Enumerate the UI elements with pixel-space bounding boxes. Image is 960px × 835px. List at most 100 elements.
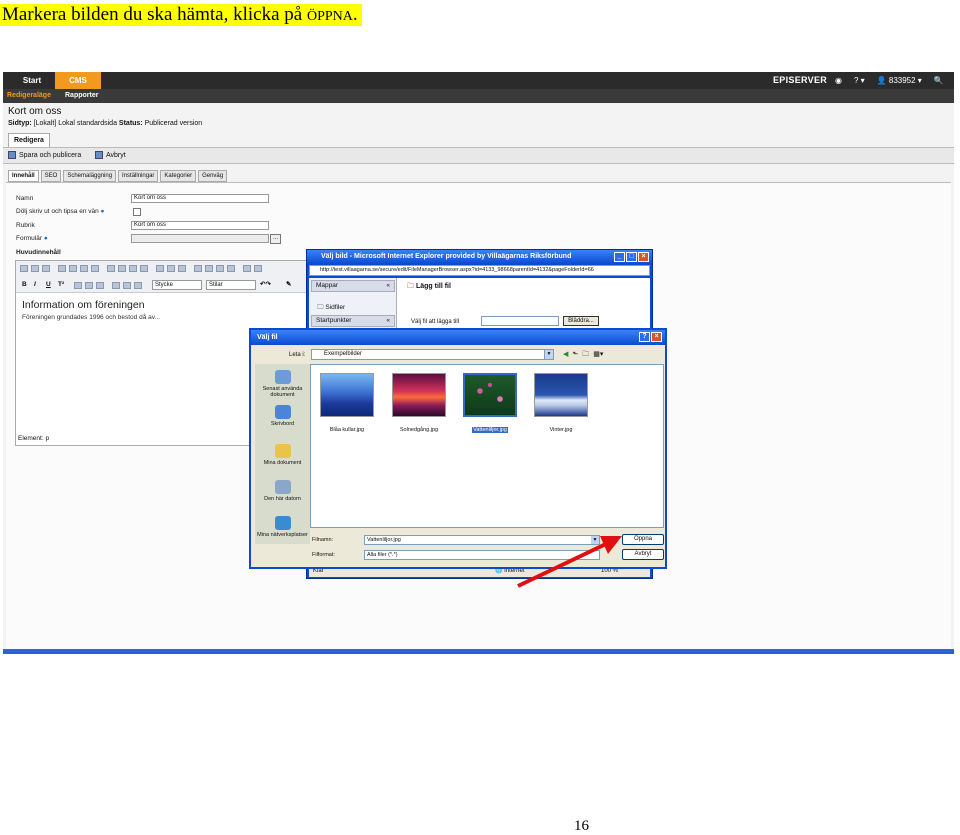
file-thumb-water-lilies[interactable]: Vattenliljor.jpg [462, 373, 518, 433]
cms-topbar: Start CMS EPISERVER ◉ ? ▾ 👤 833952 ▾ 🔍 [3, 72, 954, 89]
format-select[interactable]: Stilar [206, 280, 256, 290]
tab-installningar[interactable]: Inställningar [118, 170, 159, 182]
collapse-icon[interactable]: « [386, 281, 390, 291]
content-tabs: Innehåll SEO Schemaläggning Inställninga… [8, 170, 228, 182]
close-icon[interactable]: × [638, 252, 649, 262]
place-network[interactable]: Mina nätverksplatser [255, 516, 310, 538]
eye-icon[interactable]: ◉ [835, 76, 842, 85]
collapse-icon[interactable]: « [386, 316, 390, 326]
topbar-icons: ◉ ? ▾ 👤 833952 ▾ 🔍 [835, 72, 944, 89]
cancel-icon [95, 151, 103, 159]
toolbar-icon[interactable] [58, 265, 66, 272]
place-my-documents[interactable]: Mina dokument [255, 444, 310, 466]
save-icon [8, 151, 16, 159]
namn-input[interactable]: Kort om oss [131, 194, 269, 203]
toolbar-icon[interactable] [243, 265, 251, 272]
save-publish-button[interactable]: Spara och publicera [8, 151, 81, 159]
toolbar-icon[interactable] [227, 265, 235, 272]
underline-button[interactable]: U [46, 281, 51, 288]
toolbar-icon[interactable] [254, 265, 262, 272]
toolbar-icon[interactable] [42, 265, 50, 272]
user-menu[interactable]: 👤 833952 ▾ [877, 76, 922, 85]
file-image [392, 373, 446, 417]
maximize-icon[interactable]: □ [626, 252, 637, 262]
sidfiler-item[interactable]: 🗀 Sidfiler [317, 303, 345, 314]
mappar-bar[interactable]: Mappar « [311, 280, 395, 292]
back-icon[interactable]: ◀ [563, 350, 568, 361]
tab-reports[interactable]: Rapporter [65, 89, 98, 103]
place-recent[interactable]: Senast använda dokument [255, 370, 310, 398]
tab-start[interactable]: Start [9, 72, 55, 89]
tab-schemalaggning[interactable]: Schemaläggning [63, 170, 117, 182]
recent-docs-icon [274, 370, 291, 384]
formular-browse-button[interactable]: ... [270, 234, 281, 244]
toolbar-icon[interactable] [31, 265, 39, 272]
tab-genvag[interactable]: Genväg [198, 170, 228, 182]
rule-icon[interactable] [134, 282, 142, 289]
up-folder-icon[interactable]: ⬑ [572, 350, 578, 361]
close-icon[interactable]: × [651, 332, 662, 342]
file-name: Vattenliljor.jpg [472, 427, 508, 433]
chevron-down-icon[interactable]: ▼ [544, 350, 553, 359]
file-name: Vinter.jpg [549, 427, 573, 433]
cancel-button[interactable]: Avbryt [95, 151, 126, 159]
view-menu-icon[interactable]: ▦▾ [593, 350, 603, 361]
help-icon[interactable]: ? [639, 332, 650, 342]
toolbar-icon[interactable] [129, 265, 137, 272]
tab-kategorier[interactable]: Kategorier [160, 170, 197, 182]
new-folder-icon[interactable]: 🗀 [582, 350, 589, 361]
tab-innehall[interactable]: Innehåll [8, 170, 39, 182]
help-icon[interactable]: ? ▾ [854, 76, 865, 85]
file-thumb-sunset[interactable]: Solnedgång.jpg [391, 373, 447, 433]
network-places-icon [274, 516, 291, 530]
align-right-icon[interactable] [96, 282, 104, 289]
align-left-icon[interactable] [74, 282, 82, 289]
ie-window-controls: _ □ × [614, 252, 649, 262]
page-number: 16 [574, 818, 589, 834]
toolbar-icon[interactable] [140, 265, 148, 272]
bullet-list-icon[interactable] [112, 282, 120, 289]
startpunkter-bar[interactable]: Startpunkter « [311, 315, 395, 327]
toolbar-icon[interactable] [118, 265, 126, 272]
toolbar-icon[interactable] [156, 265, 164, 272]
place-desktop[interactable]: Skrivbord [255, 405, 310, 427]
file-image [463, 373, 517, 417]
file-thumb-blue-hills[interactable]: Blåa kullar.jpg [319, 373, 375, 433]
italic-button[interactable]: I [34, 281, 36, 288]
info-icon: ● [100, 208, 105, 215]
folder-icon: 🗀 [317, 304, 324, 311]
toolbar-icon[interactable] [91, 265, 99, 272]
toolbar-icon[interactable] [80, 265, 88, 272]
toolbar-icon[interactable] [167, 265, 175, 272]
toolbar-icon[interactable] [194, 265, 202, 272]
toolbar-icon[interactable] [69, 265, 77, 272]
look-in-select[interactable]: Exempelbilder ▼ [311, 349, 554, 360]
file-thumb-winter[interactable]: Vinter.jpg [533, 373, 589, 433]
tab-redigera[interactable]: Redigera [8, 133, 50, 147]
align-center-icon[interactable] [85, 282, 93, 289]
rubrik-input[interactable]: Kort om oss [131, 221, 269, 230]
toolbar-icon[interactable] [205, 265, 213, 272]
browse-button[interactable]: Bläddra... [563, 316, 599, 326]
tab-edit-mode[interactable]: Redigeraläge [7, 89, 51, 103]
formular-input[interactable] [131, 234, 269, 243]
editor-toolbar: B I U T² Stycke Stilar ↶↷ ✎ [16, 261, 316, 293]
number-list-icon[interactable] [123, 282, 131, 289]
tab-cms[interactable]: CMS [55, 72, 101, 89]
superscript-button[interactable]: T² [58, 281, 64, 288]
undo-icon[interactable]: ↶↷ [260, 280, 271, 288]
toolbar-icon[interactable] [20, 265, 28, 272]
minimize-icon[interactable]: _ [614, 252, 625, 262]
choose-file-input[interactable] [481, 316, 559, 326]
bold-button[interactable]: B [22, 281, 27, 288]
toolbar-icon[interactable] [107, 265, 115, 272]
ie-address-bar[interactable]: http://test.villaagarna.se/secure/edit/F… [309, 265, 650, 276]
toolbar-icon[interactable] [178, 265, 186, 272]
style-select[interactable]: Stycke [152, 280, 202, 290]
toolbar-icon[interactable] [216, 265, 224, 272]
search-icon[interactable]: 🔍 [934, 76, 944, 85]
place-my-computer[interactable]: Den här datorn [255, 480, 310, 502]
tab-seo[interactable]: SEO [40, 170, 62, 182]
html-icon[interactable]: ✎ [286, 280, 291, 288]
dolj-checkbox[interactable] [133, 208, 141, 216]
